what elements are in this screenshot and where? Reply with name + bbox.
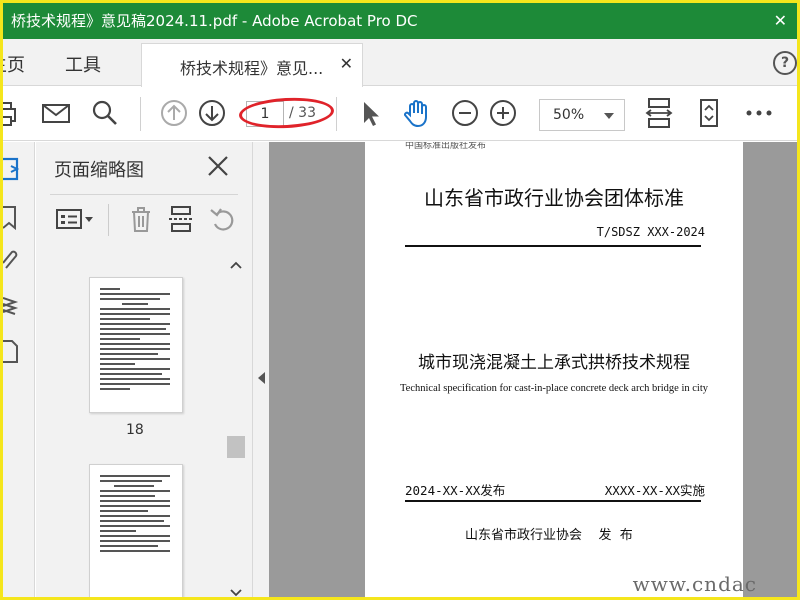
thumbnail-text-lines bbox=[100, 288, 170, 393]
extract-pages-icon[interactable] bbox=[166, 204, 196, 234]
collapse-panel-icon[interactable] bbox=[258, 372, 265, 384]
doc-chinese-title: 城市现浇混凝土上承式拱桥技术规程 bbox=[418, 353, 690, 373]
document-tab-label: 桥技术规程》意见... bbox=[180, 59, 324, 78]
previous-page-icon[interactable] bbox=[158, 97, 190, 129]
search-icon[interactable] bbox=[89, 97, 121, 129]
doc-rule-top bbox=[405, 245, 701, 247]
main-toolbar: 1 / 33 50% bbox=[3, 87, 797, 141]
panel-splitter[interactable] bbox=[252, 142, 269, 597]
doc-effective-date: XXXX-XX-XX实施 bbox=[604, 483, 705, 498]
app-window: 桥技术规程》意见稿2024.11.pdf - Adobe Acrobat Pro… bbox=[0, 0, 800, 600]
tab-close-button[interactable]: ✕ bbox=[340, 54, 353, 73]
doc-header-text: 中国标准出版社发布 bbox=[405, 142, 487, 151]
thumbnail-page[interactable] bbox=[89, 464, 183, 597]
select-arrow-icon[interactable] bbox=[355, 97, 387, 129]
menu-tools[interactable]: 工具 bbox=[65, 51, 101, 77]
doc-title: 山东省市政行业协会团体标准 bbox=[424, 186, 684, 210]
scroll-down-icon[interactable] bbox=[230, 588, 242, 598]
thumbnail-page[interactable] bbox=[89, 277, 183, 413]
layers-icon[interactable] bbox=[3, 292, 25, 318]
document-view[interactable]: 中国标准出版社发布 山东省市政行业协会团体标准 T/SDSZ XXX-2024 … bbox=[269, 142, 797, 597]
scrollbar-thumb[interactable] bbox=[227, 436, 245, 458]
help-button[interactable]: ? bbox=[773, 51, 797, 75]
watermark: www.cndac bbox=[632, 572, 757, 596]
hand-tool-icon[interactable] bbox=[401, 97, 433, 129]
rotate-icon[interactable] bbox=[208, 204, 238, 234]
delete-icon[interactable] bbox=[126, 204, 156, 234]
zoom-out-icon[interactable] bbox=[449, 97, 481, 129]
more-options-icon[interactable] bbox=[743, 97, 775, 129]
panel-divider bbox=[50, 194, 238, 195]
print-icon[interactable] bbox=[0, 97, 21, 129]
zoom-in-icon[interactable] bbox=[487, 97, 519, 129]
thumbnail-page-label: 18 bbox=[126, 422, 144, 438]
fit-page-icon[interactable] bbox=[693, 97, 725, 129]
menu-tab-bar: 主页 工具 桥技术规程》意见... ✕ ? bbox=[3, 39, 797, 87]
window-title: 桥技术规程》意见稿2024.11.pdf - Adobe Acrobat Pro… bbox=[11, 12, 418, 30]
thumbnail-options-icon[interactable] bbox=[54, 204, 96, 234]
email-icon[interactable] bbox=[40, 97, 72, 129]
page-thumbnails-icon[interactable] bbox=[3, 156, 25, 182]
panel-toolbar-separator bbox=[108, 204, 109, 236]
document-icon[interactable] bbox=[3, 338, 25, 364]
toolbar-separator bbox=[140, 97, 141, 131]
zoom-select[interactable]: 50% bbox=[539, 99, 625, 131]
thumbnail-list: 18 bbox=[36, 252, 252, 597]
zoom-value: 50% bbox=[553, 107, 585, 123]
menu-home[interactable]: 主页 bbox=[3, 51, 25, 77]
thumbnail-panel: 页面缩略图 18 bbox=[36, 142, 252, 598]
left-icon-rail bbox=[3, 142, 35, 597]
thumbnail-text-lines bbox=[100, 475, 170, 555]
fit-width-icon[interactable] bbox=[643, 97, 675, 129]
panel-title: 页面缩略图 bbox=[54, 160, 144, 181]
doc-issuer: 山东省市政行业协会 发 布 bbox=[465, 528, 633, 543]
doc-rule-bottom bbox=[405, 500, 701, 502]
chevron-down-icon bbox=[604, 113, 614, 119]
document-page: 中国标准出版社发布 山东省市政行业协会团体标准 T/SDSZ XXX-2024 … bbox=[365, 142, 743, 597]
toolbar-separator bbox=[336, 97, 337, 131]
document-tab[interactable]: 桥技术规程》意见... ✕ bbox=[141, 43, 363, 87]
doc-publish-date: 2024-XX-XX发布 bbox=[405, 483, 506, 498]
doc-english-title: Technical specification for cast-in-plac… bbox=[400, 383, 708, 394]
title-bar: 桥技术规程》意见稿2024.11.pdf - Adobe Acrobat Pro… bbox=[3, 3, 797, 39]
close-icon[interactable] bbox=[206, 154, 230, 178]
next-page-icon[interactable] bbox=[196, 97, 228, 129]
thumbnail-scrollbar[interactable] bbox=[227, 256, 245, 598]
window-close-button[interactable]: ✕ bbox=[774, 3, 787, 39]
scroll-up-icon[interactable] bbox=[230, 260, 242, 270]
doc-standard-number: T/SDSZ XXX-2024 bbox=[596, 225, 705, 239]
attachments-icon[interactable] bbox=[3, 246, 25, 272]
bookmarks-icon[interactable] bbox=[3, 204, 25, 230]
